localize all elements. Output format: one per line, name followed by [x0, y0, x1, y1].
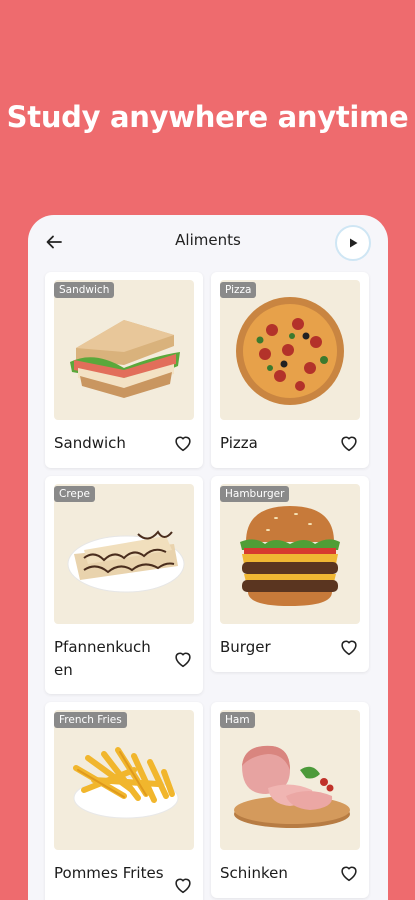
heart-icon[interactable]: [338, 636, 360, 658]
tag-label: Sandwich: [54, 282, 115, 298]
play-icon: [350, 238, 358, 248]
food-card-ham[interactable]: Ham Schinken: [211, 702, 369, 898]
tag-label: Hamburger: [220, 486, 290, 502]
heart-icon[interactable]: [172, 432, 194, 454]
heart-icon[interactable]: [338, 432, 360, 454]
heart-icon[interactable]: [172, 648, 194, 670]
item-name: Burger: [220, 638, 271, 656]
food-card-crepe[interactable]: Crepe Pfannenkuch en: [45, 476, 203, 694]
ham-image: [220, 710, 360, 850]
item-name: Pizza: [220, 434, 258, 452]
heart-icon[interactable]: [172, 874, 194, 896]
phone-frame: Aliments Sandwich Sandwich Pizza Pizza C…: [28, 215, 388, 900]
tag-label: Ham: [220, 712, 255, 728]
item-name: Sandwich: [54, 434, 126, 452]
item-name: Schinken: [220, 864, 288, 882]
tag-label: French Fries: [54, 712, 127, 728]
crepe-image: [54, 484, 194, 624]
item-name: Pommes Frites: [54, 864, 164, 882]
food-card-fries[interactable]: French Fries Pommes Frites: [45, 702, 203, 900]
fries-image: [54, 710, 194, 850]
heart-icon[interactable]: [338, 862, 360, 884]
headline: Study anywhere anytime: [6, 100, 409, 134]
play-button[interactable]: [335, 225, 371, 261]
burger-image: [220, 484, 360, 624]
item-name: Pfannenkuch en: [54, 638, 151, 679]
tag-label: Crepe: [54, 486, 96, 502]
tag-label: Pizza: [220, 282, 257, 298]
app-bar: Aliments: [28, 215, 388, 267]
sandwich-image: [54, 280, 194, 420]
food-card-burger[interactable]: Hamburger Burger: [211, 476, 369, 672]
pizza-image: [220, 280, 360, 420]
page-title: Aliments: [175, 231, 241, 249]
food-card-pizza[interactable]: Pizza Pizza: [211, 272, 369, 468]
food-card-sandwich[interactable]: Sandwich Sandwich: [45, 272, 203, 468]
